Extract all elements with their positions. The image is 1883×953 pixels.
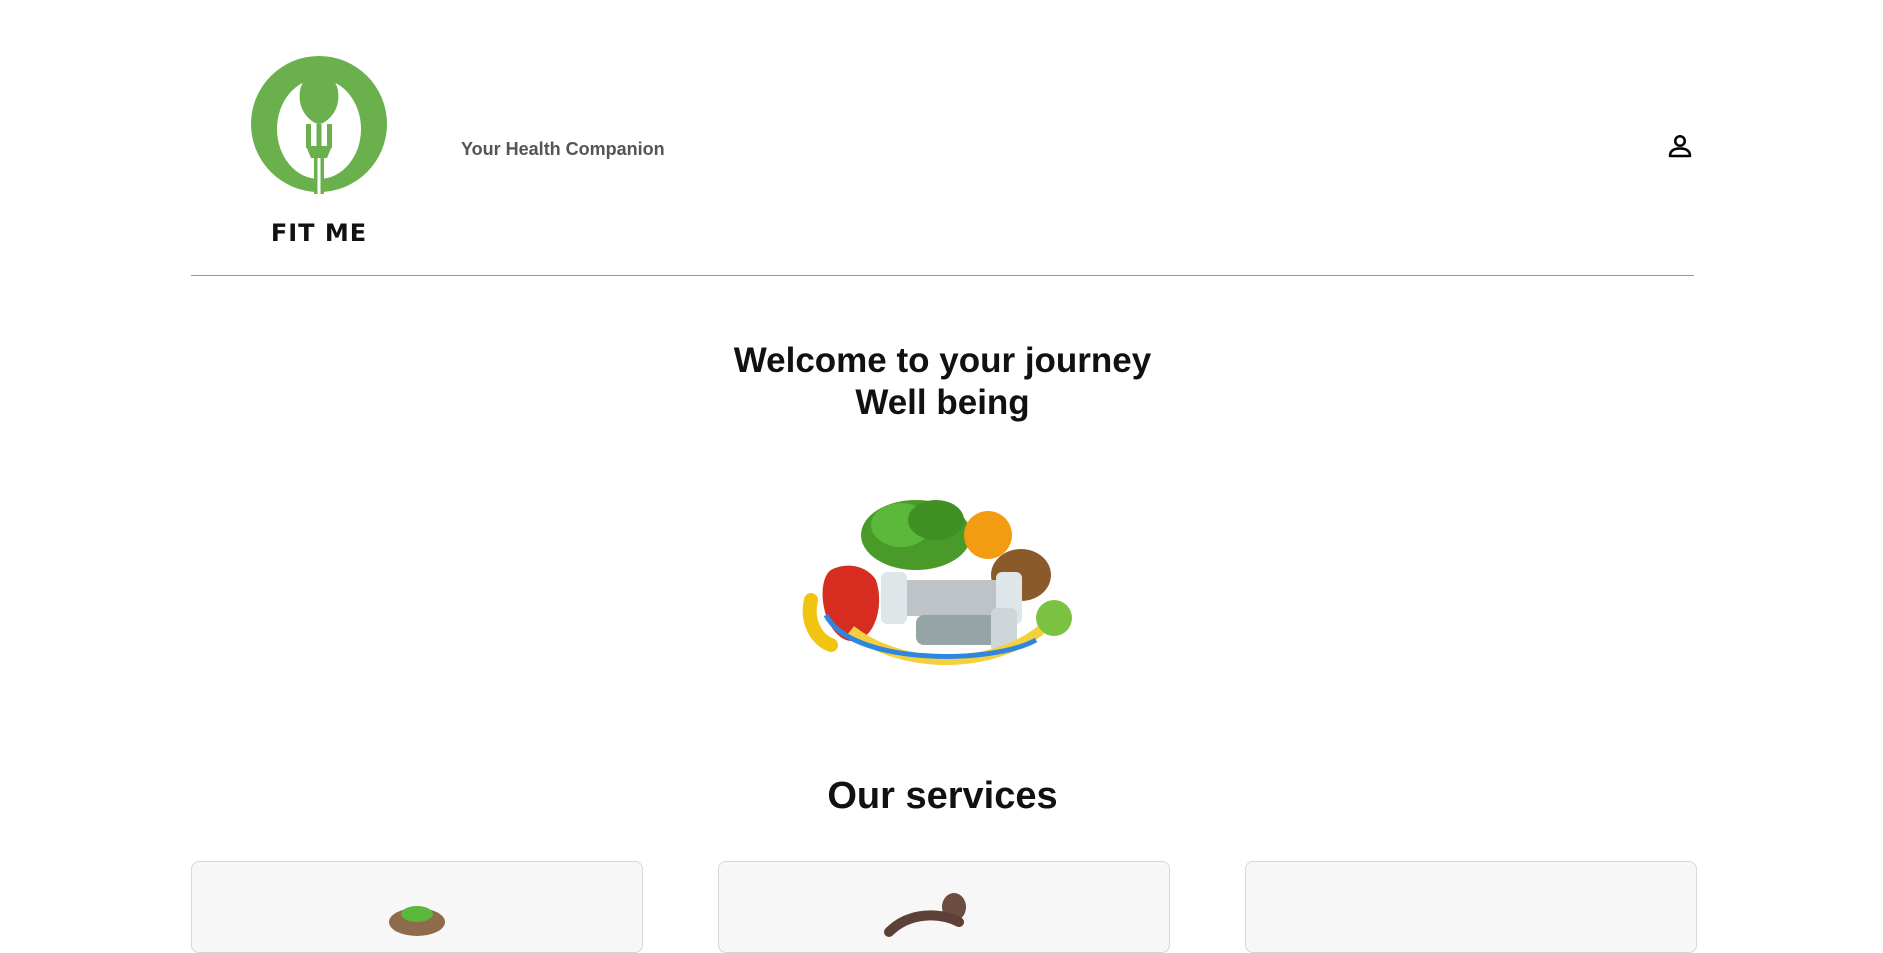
logo-text: FIT ME (270, 219, 368, 247)
fruits-dumbbells-image (802, 500, 1072, 665)
profile-button[interactable] (1665, 131, 1695, 161)
hero-title: Welcome to your journey Well being (191, 340, 1694, 424)
service-card-1[interactable] (191, 861, 643, 953)
service-card-2[interactable] (718, 861, 1170, 953)
logo[interactable]: FIT ME (249, 54, 389, 247)
page-container: FIT ME Your Health Companion Welcome to … (191, 0, 1697, 953)
services-title: Our services (827, 775, 1058, 817)
hero-title-line-2: Well being (855, 383, 1030, 422)
hero-section: Welcome to your journey Well being (191, 340, 1694, 665)
hero-image (791, 480, 1091, 680)
services-cards (191, 861, 1697, 953)
fitness-person-image (884, 893, 966, 937)
hero-title-line-1: Welcome to your journey (733, 341, 1152, 380)
service-card-3[interactable] (1245, 861, 1697, 953)
tagline: Your Health Companion (461, 139, 665, 159)
salad-bowl-image (389, 906, 445, 936)
apple-fork-logo-icon (251, 56, 387, 198)
site-header: FIT ME Your Health Companion (191, 0, 1694, 276)
person-icon (1668, 134, 1692, 158)
